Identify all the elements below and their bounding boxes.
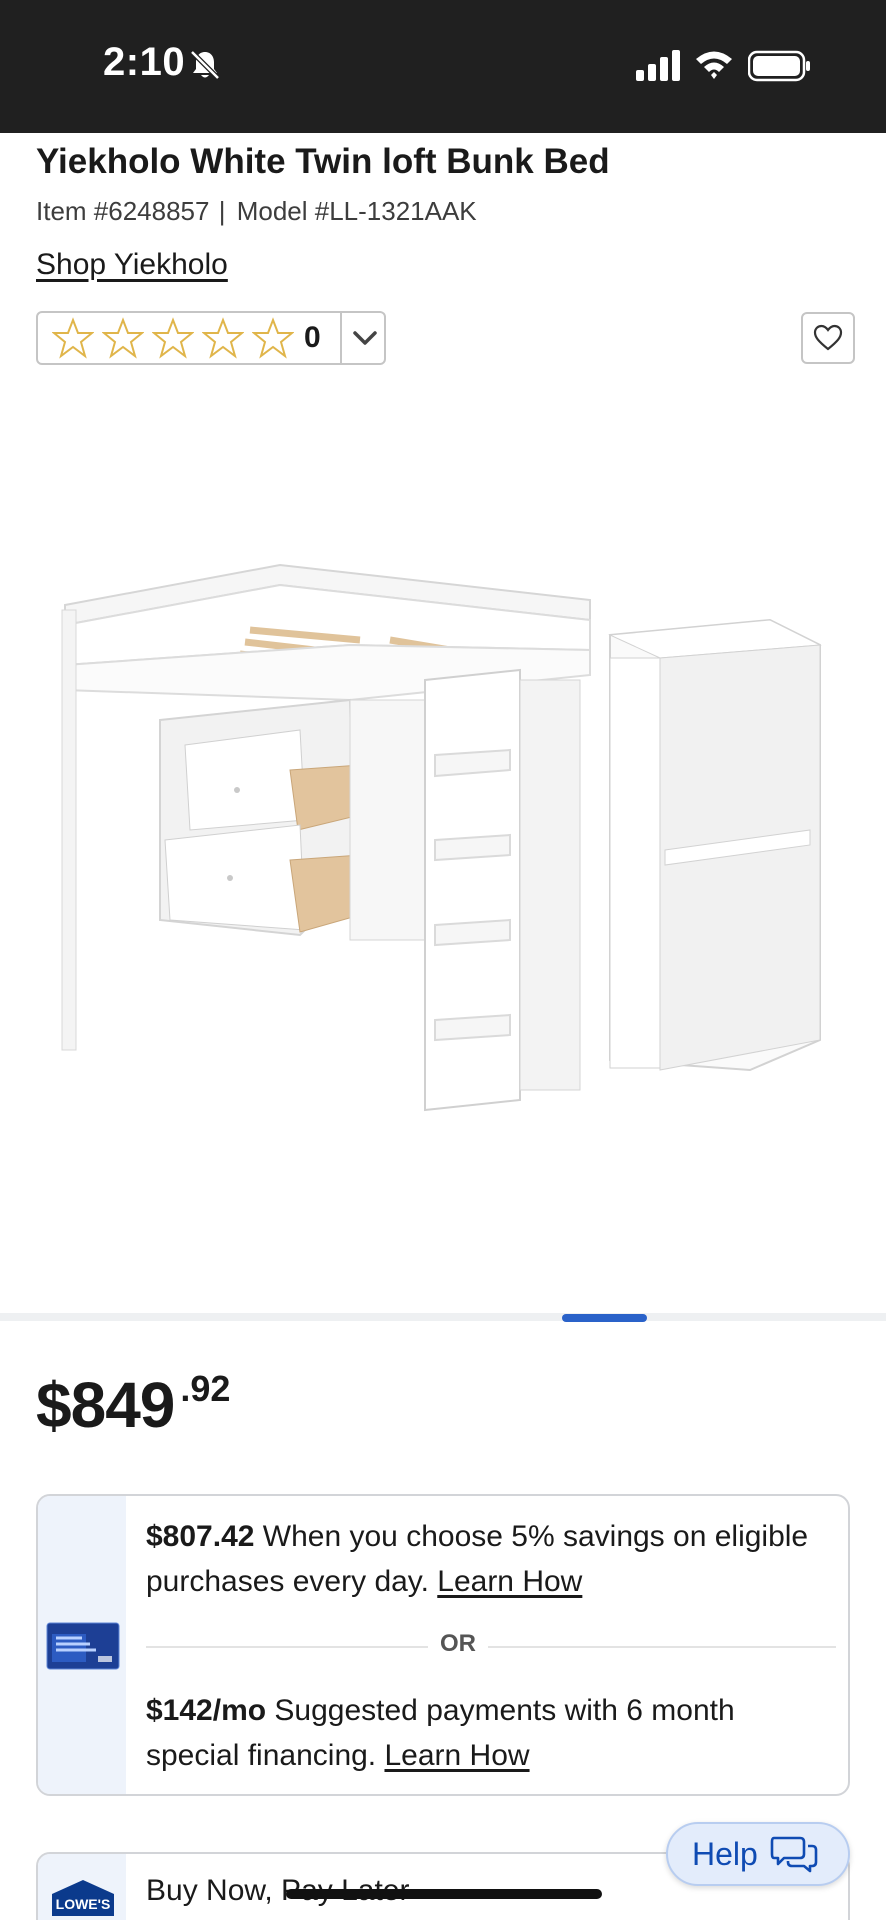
rating-dropdown[interactable]: 0 <box>36 311 386 365</box>
price-dollars: $849 <box>36 1369 175 1441</box>
price-cents: .92 <box>180 1368 231 1409</box>
price: $849.92 <box>36 1368 230 1442</box>
savings-amount: $807.42 <box>146 1520 255 1553</box>
product-title: Yiekholo White Twin loft Bunk Bed <box>36 142 610 181</box>
status-bar: 2:10 <box>0 0 886 133</box>
product-image[interactable] <box>50 540 840 1160</box>
help-button[interactable]: Help <box>666 1822 850 1886</box>
star-icon <box>52 317 94 359</box>
chat-bubbles-icon <box>770 1836 818 1873</box>
learn-how-link-savings[interactable]: Learn How <box>437 1565 582 1598</box>
lowes-logo-icon: LOWE'S <box>52 1880 114 1916</box>
card-side-panel <box>38 1496 126 1794</box>
battery-icon <box>748 50 810 82</box>
star-icon <box>252 317 294 359</box>
item-model-line: Item #6248857 | Model #LL-1321AAK <box>36 196 477 227</box>
favorite-button[interactable] <box>801 312 855 364</box>
bnpl-side-panel: LOWE'S <box>38 1854 126 1920</box>
savings-card: $807.42 When you choose 5% savings on el… <box>36 1494 850 1796</box>
carousel-track <box>0 1313 886 1321</box>
shop-brand-link[interactable]: Shop Yiekholo <box>36 248 228 282</box>
model-number: Model #LL-1321AAK <box>236 196 477 226</box>
chevron-down-icon[interactable] <box>346 319 384 357</box>
status-time: 2:10 <box>103 40 186 84</box>
rating-count: 0 <box>304 321 321 354</box>
financing-amount: $142/mo <box>146 1694 267 1727</box>
rating-divider <box>340 313 342 363</box>
heart-icon <box>813 324 843 351</box>
item-number: Item #6248857 <box>36 196 210 226</box>
wifi-icon <box>696 51 732 79</box>
star-icon <box>202 317 244 359</box>
savings-option-5-percent: $807.42 When you choose 5% savings on el… <box>146 1514 836 1604</box>
signal-icon <box>636 50 680 81</box>
or-label: OR <box>428 1630 488 1658</box>
star-icon <box>102 317 144 359</box>
financing-option: $142/mo Suggested payments with 6 month … <box>146 1688 836 1778</box>
star-icon <box>152 317 194 359</box>
svg-text:LOWE'S: LOWE'S <box>56 1896 111 1912</box>
learn-how-link-financing[interactable]: Learn How <box>384 1739 529 1772</box>
help-label: Help <box>692 1835 758 1872</box>
lowes-credit-card-icon <box>46 1622 120 1670</box>
star-rating <box>38 317 294 359</box>
bell-slash-icon <box>190 50 220 80</box>
carousel-indicator[interactable] <box>562 1314 647 1322</box>
home-indicator[interactable] <box>286 1889 602 1899</box>
item-separator: | <box>218 196 226 226</box>
or-divider <box>146 1646 836 1648</box>
